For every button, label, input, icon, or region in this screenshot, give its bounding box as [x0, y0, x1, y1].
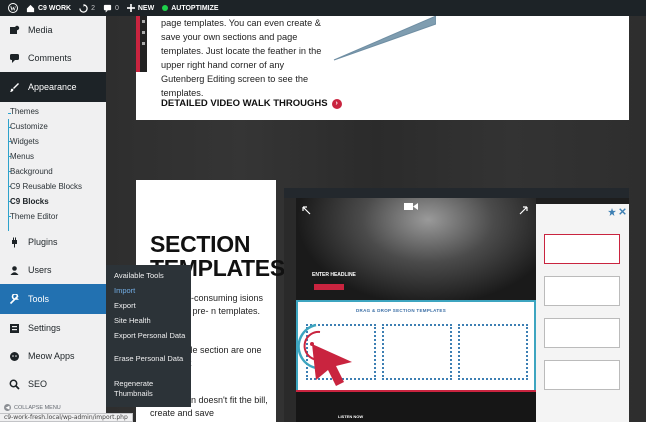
updates-icon: [79, 3, 88, 13]
submenu-widgets[interactable]: Widgets: [10, 137, 39, 146]
autoptimize-link[interactable]: AUTOPTIMIZE: [162, 4, 219, 12]
section-title-line-1: SECTION: [150, 231, 251, 257]
updates-link[interactable]: 2: [79, 3, 95, 13]
sidebar-item-settings[interactable]: Settings: [0, 314, 106, 342]
editor-toolbar: [140, 16, 147, 72]
feature-text: page templates. You can even create & sa…: [161, 18, 322, 98]
sidebar-item-meow-apps[interactable]: Meow Apps: [0, 342, 106, 370]
feature-card: page templates. You can even create & sa…: [136, 16, 629, 120]
plug-icon: [8, 236, 20, 248]
user-icon: [8, 264, 20, 276]
editor-topbar: [284, 188, 629, 198]
status-dot-icon: [162, 5, 169, 11]
template-thumbnail: [544, 318, 620, 348]
home-icon: [26, 4, 35, 12]
sidebar-item-label: Settings: [28, 323, 61, 333]
sidebar-item-tools[interactable]: Tools: [0, 284, 106, 314]
editor-screenshot: ENTER HEADLINE DRAG & DROP SECTION TEMPL…: [284, 188, 629, 422]
media-icon: [8, 24, 20, 36]
svg-text:W: W: [10, 7, 16, 13]
cursor-pointer-icon: [297, 323, 352, 386]
flyout-regenerate-thumbnails[interactable]: Regenerate Thumbnails: [114, 379, 188, 399]
new-label: NEW: [137, 4, 155, 12]
sidebar-item-label: Media: [28, 25, 53, 35]
tools-flyout-menu: Available Tools Import Export Site Healt…: [106, 265, 191, 407]
mock-listen-label: LISTEN NOW: [338, 414, 364, 419]
flyout-available-tools[interactable]: Available Tools: [114, 271, 188, 281]
admin-bar: W C9 WORK 2 0 NEW AUTOPTIMIZE: [0, 0, 646, 16]
submenu-c9-reusable-blocks[interactable]: C9 Reusable Blocks: [10, 182, 82, 191]
flyout-site-health[interactable]: Site Health: [114, 316, 188, 326]
mock-red-button: [314, 284, 344, 290]
sidebar-item-label: Appearance: [28, 82, 77, 92]
sidebar-item-label: Meow Apps: [28, 351, 75, 361]
template-thumbnail: [544, 360, 620, 390]
video-walkthrough-label: DETAILED VIDEO WALK THROUGHS: [161, 98, 328, 109]
updates-count: 2: [91, 4, 95, 12]
sidebar-item-seo[interactable]: SEO: [0, 370, 106, 398]
submenu-c9-blocks[interactable]: C9 Blocks: [10, 197, 49, 206]
drag-drop-title: DRAG & DROP SECTION TEMPLATES: [356, 308, 447, 313]
search-icon: [8, 378, 20, 390]
flyout-export[interactable]: Export: [114, 301, 188, 311]
submenu-customize[interactable]: Customize: [10, 122, 48, 131]
comments-icon: [8, 52, 20, 64]
site-name-link[interactable]: C9 WORK: [26, 4, 71, 13]
template-panel: [536, 204, 629, 422]
plus-icon: [126, 4, 135, 12]
collapse-menu-button[interactable]: ◀ COLLAPSE MENU: [4, 404, 61, 411]
submenu-menus[interactable]: Menus: [10, 152, 34, 161]
comment-bubble-icon: [103, 4, 112, 13]
close-icon: [619, 208, 626, 215]
drop-zone: [458, 324, 528, 380]
template-thumbnail: [544, 234, 620, 264]
admin-sidebar: Media Comments Appearance Themes Customi…: [0, 16, 106, 422]
browser-status-url: c9-work-fresh.local/wp-admin/import.php: [0, 413, 133, 422]
collapse-arrow-icon: ◀: [4, 404, 11, 411]
flyout-import[interactable]: Import: [114, 286, 188, 296]
arrow-right-icon: ›: [331, 98, 342, 109]
sidebar-item-label: SEO: [28, 379, 48, 389]
autoptimize-label: AUTOPTIMIZE: [171, 4, 219, 12]
site-name: C9 WORK: [38, 4, 72, 12]
submenu-background[interactable]: Background: [10, 167, 53, 176]
decorative-triangle: [333, 16, 436, 61]
sidebar-item-label: Plugins: [28, 237, 58, 247]
template-thumbnail: [544, 276, 620, 306]
sidebar-item-users[interactable]: Users: [0, 256, 106, 284]
brush-icon: [8, 81, 20, 93]
collapse-label: COLLAPSE MENU: [14, 404, 61, 411]
star-icon: [608, 208, 616, 216]
new-content-link[interactable]: NEW: [126, 4, 155, 12]
video-camera-icon: [404, 203, 418, 210]
submenu-theme-editor[interactable]: Theme Editor: [10, 212, 58, 221]
mock-headline: ENTER HEADLINE: [312, 272, 356, 278]
sidebar-item-label: Comments: [28, 53, 72, 63]
submenu-rail: [8, 119, 9, 231]
comments-count: 0: [114, 4, 119, 12]
sidebar-item-appearance[interactable]: Appearance: [0, 72, 106, 102]
comments-link[interactable]: 0: [103, 4, 119, 13]
sidebar-item-media[interactable]: Media: [0, 16, 106, 44]
flyout-export-personal-data[interactable]: Export Personal Data: [114, 331, 188, 341]
meow-icon: [8, 350, 20, 362]
expand-arrow-icon: [519, 206, 528, 215]
expand-arrow-icon: [302, 206, 311, 215]
flyout-erase-personal-data[interactable]: Erase Personal Data: [114, 354, 188, 364]
wrench-icon: [8, 293, 20, 305]
submenu-themes[interactable]: Themes: [10, 107, 39, 116]
video-walkthrough-link[interactable]: DETAILED VIDEO WALK THROUGHS ›: [161, 98, 342, 109]
wp-logo-icon[interactable]: W: [8, 3, 18, 13]
sidebar-item-label: Tools: [28, 294, 50, 304]
sidebar-item-label: Users: [28, 265, 52, 275]
settings-icon: [8, 322, 20, 334]
drop-zone: [382, 324, 452, 380]
sidebar-item-plugins[interactable]: Plugins: [0, 228, 106, 256]
mock-footer: [296, 392, 536, 422]
sidebar-item-comments[interactable]: Comments: [0, 44, 106, 72]
